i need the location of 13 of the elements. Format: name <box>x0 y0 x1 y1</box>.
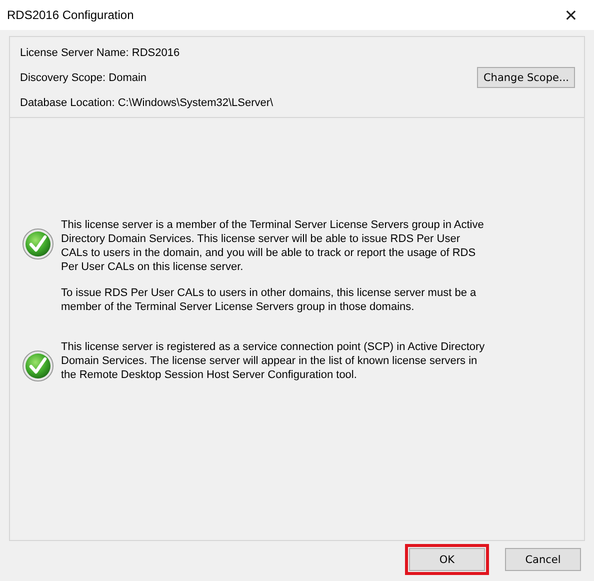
info-text: Discovery Scope: Domain <box>20 72 147 84</box>
info-text: License Server Name: RDS2016 <box>20 46 180 58</box>
window-title: RDS2016 Configuration <box>7 8 134 22</box>
dialog-button[interactable]: OK <box>409 548 485 571</box>
message-text: This license server is a member of the Terminal Server License Servers group in Active Directory Domain Services. This license server will be able to issue RDS Per User CALs to users in the domain, and you will be able to track or report the usage of RDS Per User CALs on this license server. <box>61 218 485 274</box>
message-text: This license server is registered as a service connection point (SCP) in Active Directory Domain Services. The license server will appear in the list of known license servers in the Remote Desktop Session Host Server Configuration tool. <box>61 340 486 382</box>
dialog-button[interactable]: Cancel <box>505 548 581 571</box>
checkmark-icon <box>22 228 54 260</box>
message-text: To issue RDS Per User CALs to users in other domains, this license server must be a member of the Terminal Server License Servers group in those domains. <box>61 286 478 314</box>
close-button[interactable]: ✕ <box>548 0 594 30</box>
checkmark-icon <box>22 350 54 382</box>
info-text: Database Location: C:\Windows\System32\LServer\ <box>20 96 274 108</box>
change-scope-button[interactable]: Change Scope... <box>477 67 575 88</box>
